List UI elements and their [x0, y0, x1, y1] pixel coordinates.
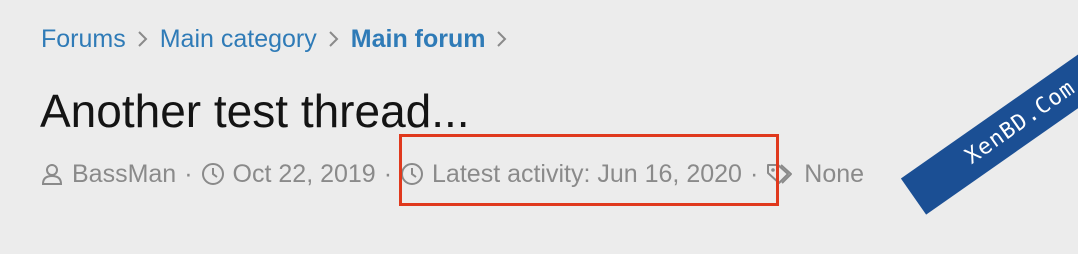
- thread-start-date[interactable]: Oct 22, 2019: [233, 160, 376, 189]
- chevron-right-icon: [317, 22, 351, 56]
- watermark-text: XenBD.Com: [960, 74, 1078, 170]
- watermark-banner: XenBD.Com: [900, 29, 1078, 215]
- meta-separator: ·: [184, 159, 193, 188]
- highlight-box: [399, 134, 779, 206]
- breadcrumb-item-main-forum[interactable]: Main forum: [351, 25, 486, 54]
- chevron-right-icon: [485, 22, 519, 56]
- thread-tags: None: [804, 159, 865, 188]
- breadcrumb: Forums Main category Main forum: [41, 22, 519, 56]
- chevron-right-icon: [126, 22, 160, 56]
- breadcrumb-item-forums[interactable]: Forums: [41, 25, 126, 54]
- clock-icon: [201, 162, 225, 186]
- thread-author[interactable]: BassMan: [72, 160, 176, 189]
- page-title: Another test thread...: [40, 85, 470, 137]
- meta-separator: ·: [383, 159, 393, 188]
- user-icon: [40, 162, 64, 186]
- breadcrumb-item-main-category[interactable]: Main category: [160, 25, 317, 54]
